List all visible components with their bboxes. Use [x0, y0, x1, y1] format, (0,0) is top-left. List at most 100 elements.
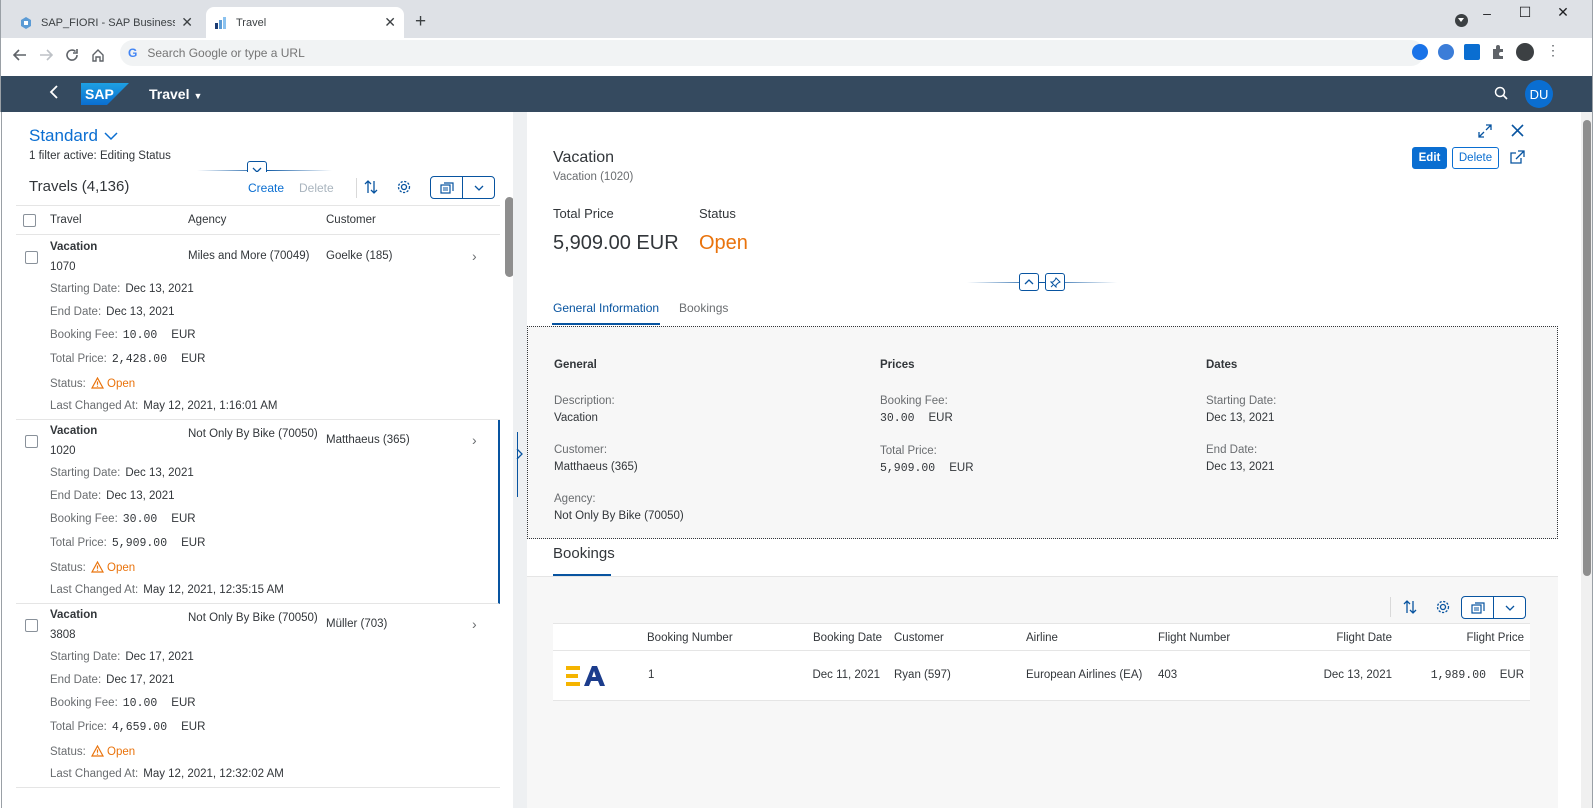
- column-header-flight-date[interactable]: Flight Date: [1336, 632, 1392, 644]
- extensions-puzzle-icon[interactable]: [1490, 44, 1506, 60]
- profile-avatar-icon[interactable]: [1516, 43, 1534, 61]
- shell-back-icon[interactable]: [49, 84, 59, 100]
- app-title-menu[interactable]: Travel ▼: [149, 86, 202, 102]
- toolbar-divider: [356, 178, 357, 198]
- splitter-grip[interactable]: [517, 432, 518, 497]
- column-header-customer[interactable]: Customer: [326, 214, 376, 226]
- tab-search-icon[interactable]: [1455, 14, 1468, 27]
- close-tab-icon[interactable]: ✕: [384, 14, 396, 31]
- table-row[interactable]: Vacation 1020 Not Only By Bike (70050) M…: [16, 420, 500, 604]
- edit-button[interactable]: Edit: [1412, 147, 1447, 169]
- bookings-table: Booking Number Booking Date Customer Air…: [553, 623, 1530, 701]
- page-scrollbar[interactable]: [1581, 112, 1593, 808]
- extension-icon-2[interactable]: [1438, 44, 1454, 60]
- column-header-flight-price[interactable]: Flight Price: [1466, 632, 1524, 644]
- tab-bookings[interactable]: Bookings: [679, 301, 728, 315]
- column-header-booking-date[interactable]: Booking Date: [813, 632, 882, 644]
- settings-gear-icon[interactable]: [1435, 599, 1451, 615]
- chevron-down-icon: [104, 131, 118, 140]
- end-date-value: Dec 13, 2021: [1206, 461, 1275, 473]
- total-price-value: 5,909.00 EUR: [553, 232, 679, 254]
- minimize-icon[interactable]: –: [1468, 5, 1506, 21]
- shell-search-icon[interactable]: [1494, 86, 1508, 100]
- group-title: General: [554, 359, 597, 371]
- sort-icon[interactable]: [363, 179, 379, 195]
- new-tab-button[interactable]: +: [415, 11, 426, 33]
- reload-icon[interactable]: [61, 44, 83, 66]
- navigation-arrow-icon[interactable]: ›: [472, 616, 477, 632]
- last-changed-field: Last Changed At: May 12, 2021, 1:16:01 AM: [50, 400, 278, 412]
- column-header-agency[interactable]: Agency: [188, 214, 226, 226]
- forward-arrow-icon[interactable]: [35, 44, 57, 66]
- browser-menu-icon[interactable]: ⋮: [1546, 42, 1562, 58]
- starting-date-field: Starting Date: Dec 13, 2021: [50, 283, 194, 295]
- field-label: Booking Fee:: [50, 697, 118, 709]
- home-icon[interactable]: [87, 44, 109, 66]
- back-arrow-icon[interactable]: [9, 44, 31, 66]
- close-tab-icon[interactable]: ✕: [181, 14, 193, 31]
- caret-down-icon: ▼: [193, 91, 203, 101]
- field-label: Total Price:: [50, 537, 107, 549]
- export-split-button[interactable]: [1461, 596, 1526, 619]
- travel-title: Vacation: [50, 609, 98, 621]
- extension-icon-1[interactable]: [1412, 44, 1428, 60]
- export-icon[interactable]: [1462, 597, 1493, 618]
- status-field: Status: Open: [50, 561, 135, 574]
- create-button[interactable]: Create: [248, 181, 284, 195]
- export-icon[interactable]: [431, 177, 462, 198]
- share-icon[interactable]: [1510, 150, 1525, 164]
- total-price-label: Total Price: [553, 206, 614, 221]
- extension-sap-icon[interactable]: [1464, 44, 1480, 60]
- agency-cell: Not Only By Bike (70050): [188, 428, 318, 440]
- browser-tab-title: SAP_FIORI - SAP Business Applic: [41, 16, 176, 29]
- settings-gear-icon[interactable]: [396, 179, 412, 195]
- pin-header-button[interactable]: [1045, 273, 1065, 291]
- export-split-button[interactable]: [430, 176, 495, 199]
- chevron-down-icon[interactable]: [462, 177, 494, 198]
- status-field: Status: Open: [50, 745, 135, 758]
- column-header-customer[interactable]: Customer: [894, 632, 944, 644]
- select-all-checkbox[interactable]: [23, 214, 36, 227]
- table-row[interactable]: Vacation 3808 Not Only By Bike (70050) M…: [16, 604, 500, 788]
- chevron-right-icon[interactable]: [516, 448, 523, 460]
- table-row[interactable]: Vacation 1070 Miles and More (70049) Goe…: [16, 236, 500, 420]
- user-avatar[interactable]: DU: [1525, 80, 1553, 108]
- column-splitter[interactable]: [513, 112, 527, 808]
- currency: EUR: [181, 721, 206, 733]
- row-checkbox[interactable]: [25, 619, 38, 632]
- field-label: Starting Date:: [50, 467, 121, 479]
- field-label: Booking Fee:: [50, 513, 118, 525]
- browser-tab-sap-fiori[interactable]: SAP_FIORI - SAP Business Applic ✕: [11, 7, 201, 38]
- navigation-arrow-icon[interactable]: ›: [472, 248, 477, 264]
- currency: EUR: [171, 513, 196, 525]
- close-window-icon[interactable]: ✕: [1544, 4, 1582, 21]
- close-icon[interactable]: [1511, 124, 1524, 137]
- shell-bar: SAP Travel ▼ DU: [0, 76, 1593, 112]
- sort-icon[interactable]: [1402, 599, 1418, 615]
- field-label: Booking Fee:: [50, 329, 118, 341]
- currency-cell: EUR: [1499, 669, 1524, 681]
- table-row[interactable]: 1 Dec 11, 2021 Ryan (597) European Airli…: [553, 651, 1530, 701]
- page-scrollbar-thumb[interactable]: [1583, 120, 1591, 576]
- variant-selector[interactable]: Standard: [29, 126, 118, 146]
- address-bar[interactable]: G: [120, 40, 1424, 66]
- row-checkbox[interactable]: [25, 435, 38, 448]
- column-header-flight-number[interactable]: Flight Number: [1158, 632, 1230, 644]
- column-header-booking-number[interactable]: Booking Number: [647, 632, 733, 644]
- prices-group: Prices Booking Fee: 30.00 EUR Total Price…: [880, 359, 974, 495]
- chevron-down-icon[interactable]: [1493, 597, 1525, 618]
- browser-tab-travel[interactable]: Travel ✕: [206, 7, 404, 38]
- tab-general-information[interactable]: General Information: [551, 301, 661, 325]
- address-input[interactable]: [145, 45, 746, 61]
- delete-button[interactable]: Delete: [299, 181, 334, 195]
- delete-button[interactable]: Delete: [1452, 147, 1499, 169]
- column-header-airline[interactable]: Airline: [1026, 632, 1058, 644]
- collapse-header-button[interactable]: [1019, 273, 1039, 291]
- navigation-arrow-icon[interactable]: ›: [472, 432, 477, 448]
- column-header-travel[interactable]: Travel: [50, 214, 82, 226]
- sap-logo[interactable]: SAP: [81, 83, 129, 105]
- bookings-section-title: Bookings: [553, 545, 615, 562]
- row-checkbox[interactable]: [25, 251, 38, 264]
- fullscreen-icon[interactable]: [1478, 124, 1492, 138]
- maximize-icon[interactable]: ☐: [1506, 4, 1544, 21]
